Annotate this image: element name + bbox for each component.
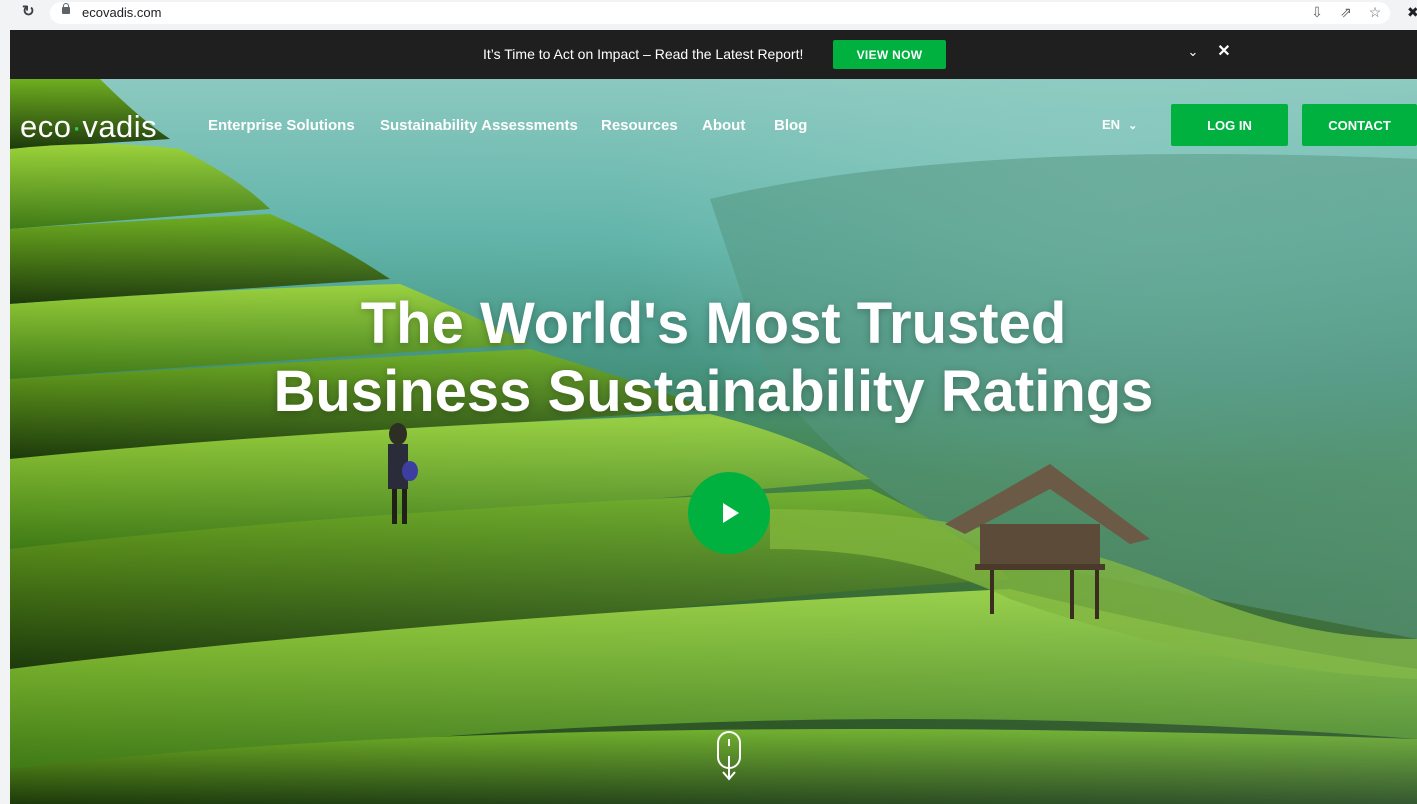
lock-icon[interactable] — [62, 3, 70, 14]
logo-text: eco — [20, 109, 72, 144]
extension-icon[interactable]: ✖ — [1407, 4, 1417, 20]
logo-text: vadis — [82, 109, 158, 144]
language-selector[interactable]: EN ⌄ — [1102, 117, 1137, 132]
window-edge — [0, 30, 10, 804]
login-button[interactable]: LOG IN — [1171, 104, 1288, 146]
url-text: ecovadis.com — [82, 5, 162, 20]
reload-icon[interactable]: ↻ — [22, 3, 40, 21]
rice-terraces-background — [10, 79, 1417, 804]
address-bar[interactable] — [50, 2, 1390, 24]
hero-headline-line1: The World's Most Trusted — [360, 291, 1067, 356]
ecovadis-logo[interactable]: eco·vadis — [20, 109, 157, 145]
share-icon[interactable]: ⇗ — [1338, 4, 1354, 20]
close-icon[interactable]: ✕ — [1216, 43, 1232, 61]
browser-toolbar: ↻ ecovadis.com ⇩ ⇗ ☆ ✖ — [0, 0, 1417, 31]
announcement-message: It’s Time to Act on Impact – Read the La… — [483, 46, 804, 62]
announcement-bar: It’s Time to Act on Impact – Read the La… — [10, 30, 1417, 79]
play-video-button[interactable] — [688, 472, 770, 554]
nav-sustainability-assessments[interactable]: Sustainability Assessments — [380, 117, 578, 134]
language-label: EN — [1102, 117, 1121, 132]
nav-blog[interactable]: Blog — [774, 117, 807, 134]
nav-resources[interactable]: Resources — [601, 117, 678, 134]
logo-dot: · — [71, 109, 83, 144]
nav-enterprise-solutions[interactable]: Enterprise Solutions — [208, 117, 355, 134]
chevron-down-icon[interactable]: ⌄ — [1186, 45, 1200, 59]
scroll-down-icon[interactable] — [716, 730, 742, 782]
nav-about[interactable]: About — [702, 117, 745, 134]
chevron-down-icon: ⌄ — [1128, 120, 1138, 132]
view-now-button[interactable]: VIEW NOW — [833, 40, 946, 69]
contact-button[interactable]: CONTACT — [1302, 104, 1417, 146]
hero-section: eco·vadis Enterprise Solutions Sustainab… — [10, 79, 1417, 804]
hero-headline-line2: Business Sustainability Ratings — [273, 359, 1154, 424]
install-icon[interactable]: ⇩ — [1309, 4, 1325, 20]
star-icon[interactable]: ☆ — [1367, 4, 1383, 20]
